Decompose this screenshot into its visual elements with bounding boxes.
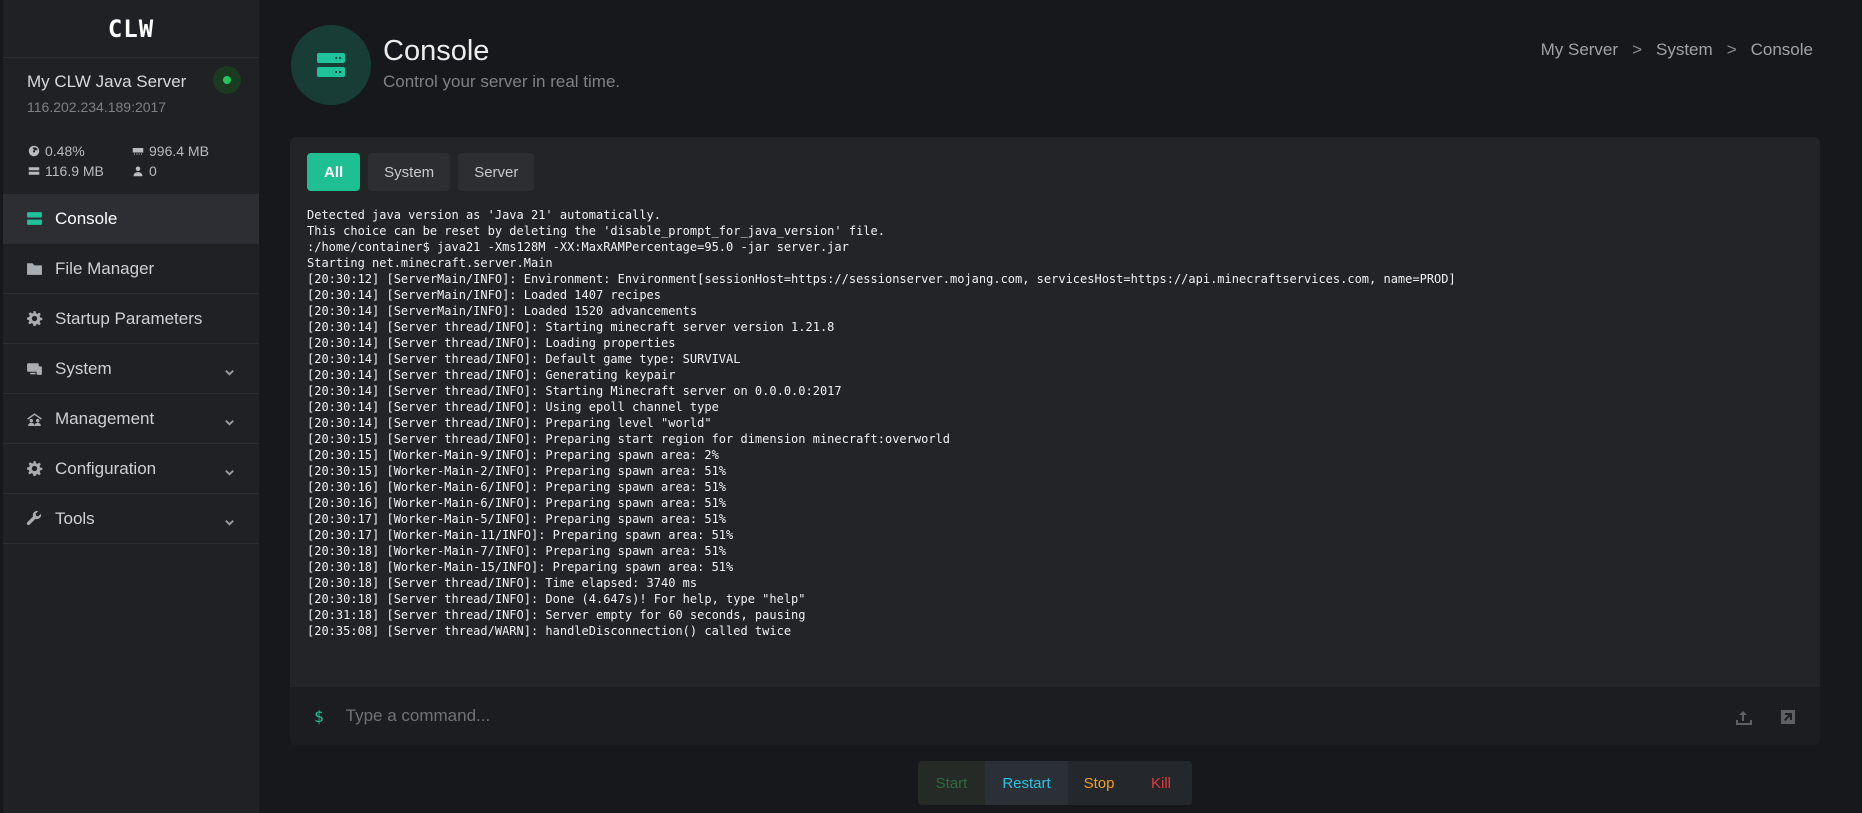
cpu-value: 0.48% [45, 143, 85, 159]
console-line: [20:30:14] [Server thread/INFO]: Startin… [307, 384, 842, 398]
sidebar-nav: Console File Manager Startup Parameters … [3, 194, 259, 544]
console-line: [20:30:16] [Worker-Main-6/INFO]: Prepari… [307, 480, 727, 494]
wrench-icon [26, 510, 43, 527]
page-subtitle: Control your server in real time. [383, 72, 621, 91]
console-line: [20:30:14] [Server thread/INFO]: Using e… [307, 400, 719, 414]
tab-server[interactable]: Server [458, 153, 535, 191]
console-line: [20:30:15] [Worker-Main-2/INFO]: Prepari… [307, 464, 727, 478]
chevron-down-icon [224, 413, 235, 426]
gear-icon [26, 310, 43, 327]
sidebar-item-label: Startup Parameters [55, 308, 203, 328]
server-address: 116.202.234.189:2017 [27, 99, 167, 115]
command-input[interactable] [345, 706, 1646, 726]
cpu-stat: 0.48% [28, 143, 132, 159]
start-button[interactable]: Start [918, 761, 985, 805]
console-line: [20:30:15] [Server thread/INFO]: Prepari… [307, 432, 950, 446]
console-output[interactable]: Detected java version as 'Java 21' autom… [307, 207, 1803, 639]
gear-icon [26, 460, 43, 477]
server-stats: 0.48% 996.4 MB 116.9 MB 0 [3, 115, 259, 179]
stop-button[interactable]: Stop [1068, 761, 1130, 805]
open-external-icon[interactable] [1778, 707, 1798, 727]
sidebar-item-console[interactable]: Console [3, 194, 259, 244]
kill-button[interactable]: Kill [1130, 761, 1192, 805]
console-line: [20:30:17] [Worker-Main-5/INFO]: Prepari… [307, 512, 727, 526]
players-stat: 0 [132, 163, 252, 179]
console-line: [20:30:14] [ServerMain/INFO]: Loaded 140… [307, 288, 662, 302]
tab-system[interactable]: System [368, 153, 451, 191]
memory-icon [132, 148, 144, 155]
console-panel: All System Server Detected java version … [290, 137, 1820, 745]
command-prompt: $ [314, 706, 324, 726]
console-line: [20:30:14] [ServerMain/INFO]: Loaded 152… [307, 304, 698, 318]
chevron-down-icon [224, 463, 235, 476]
restart-button[interactable]: Restart [985, 761, 1068, 805]
sidebar-item-file-manager[interactable]: File Manager [3, 244, 259, 294]
console-line: [20:31:18] [Server thread/INFO]: Server … [307, 608, 806, 622]
status-dot [223, 76, 231, 84]
sidebar-item-system[interactable]: System [3, 344, 259, 394]
chevron-down-icon [224, 363, 235, 376]
user-icon [133, 166, 143, 177]
folder-icon [26, 260, 43, 277]
console-line: [20:30:18] [Worker-Main-7/INFO]: Prepari… [307, 544, 727, 558]
page-icon [291, 25, 371, 105]
sidebar-item-startup-parameters[interactable]: Startup Parameters [3, 294, 259, 344]
console-line: [20:30:16] [Worker-Main-6/INFO]: Prepari… [307, 496, 727, 510]
breadcrumb-item[interactable]: System [1656, 40, 1713, 60]
memory-value: 996.4 MB [149, 143, 209, 159]
breadcrumb-item[interactable]: My Server [1541, 40, 1618, 60]
power-controls: Start Restart Stop Kill [918, 761, 1192, 805]
sidebar-item-tools[interactable]: Tools [3, 494, 259, 544]
sidebar-item-label: System [55, 358, 112, 378]
breadcrumb-separator: > [1632, 40, 1642, 59]
console-filter-tabs: All System Server [307, 153, 535, 191]
console-line: [20:30:12] [ServerMain/INFO]: Environmen… [307, 272, 1456, 286]
console-line: [20:30:15] [Worker-Main-9/INFO]: Prepari… [307, 448, 719, 462]
upload-icon[interactable] [1734, 707, 1754, 727]
console-line: [20:30:14] [Server thread/INFO]: Default… [307, 352, 741, 366]
sidebar-item-configuration[interactable]: Configuration [3, 444, 259, 494]
disk-stat: 116.9 MB [28, 163, 132, 179]
sidebar-item-label: Console [55, 208, 118, 228]
console-line: [20:30:14] [Server thread/INFO]: Generat… [307, 368, 676, 382]
console-line: [20:30:17] [Worker-Main-11/INFO]: Prepar… [307, 528, 734, 542]
console-line: [20:30:14] [Server thread/INFO]: Loading… [307, 336, 676, 350]
sidebar-item-label: Tools [55, 508, 95, 528]
tab-all[interactable]: All [307, 153, 361, 191]
breadcrumb-item: Console [1750, 40, 1813, 59]
app-logo[interactable]: CLW [3, 0, 259, 58]
disk-value: 116.9 MB [45, 163, 104, 179]
logo-text: CLW [107, 14, 155, 43]
server-icon [26, 210, 43, 227]
sidebar-item-label: Management [55, 408, 155, 428]
server-status-indicator [213, 66, 241, 94]
console-line: :/home/container$ java21 -Xms128M -XX:Ma… [307, 240, 849, 254]
console-line: Detected java version as 'Java 21' autom… [307, 208, 662, 222]
breadcrumb: My Server > System > Console [1541, 40, 1813, 60]
console-line: Starting net.minecraft.server.Main [307, 256, 553, 270]
console-line: This choice can be reset by deleting the… [307, 224, 885, 238]
console-line: [20:30:14] [Server thread/INFO]: Startin… [307, 320, 835, 334]
sidebar-item-label: Configuration [55, 458, 157, 478]
console-line: [20:30:18] [Server thread/INFO]: Time el… [307, 576, 698, 590]
console-line: [20:30:18] [Worker-Main-15/INFO]: Prepar… [307, 560, 734, 574]
server-name: My CLW Java Server [27, 72, 187, 91]
console-line: [20:35:08] [Server thread/WARN]: handleD… [307, 624, 792, 638]
players-value: 0 [149, 163, 157, 179]
disk-icon [28, 167, 40, 175]
memory-stat: 996.4 MB [132, 143, 252, 159]
breadcrumb-separator: > [1726, 40, 1737, 59]
sidebar-item-management[interactable]: Management [3, 394, 259, 444]
server-icon [317, 53, 345, 77]
chevron-down-icon [224, 513, 235, 526]
gauge-icon [28, 145, 40, 157]
page-title: Console [383, 35, 490, 67]
sidebar: CLW My CLW Java Server 116.202.234.189:2… [3, 0, 259, 813]
sidebar-item-label: File Manager [55, 258, 155, 278]
network-icon [26, 360, 43, 377]
console-line: [20:30:14] [Server thread/INFO]: Prepari… [307, 416, 712, 430]
command-bar: $ [290, 687, 1820, 745]
console-line: [20:30:18] [Server thread/INFO]: Done (4… [307, 592, 806, 606]
users-icon [26, 410, 43, 427]
